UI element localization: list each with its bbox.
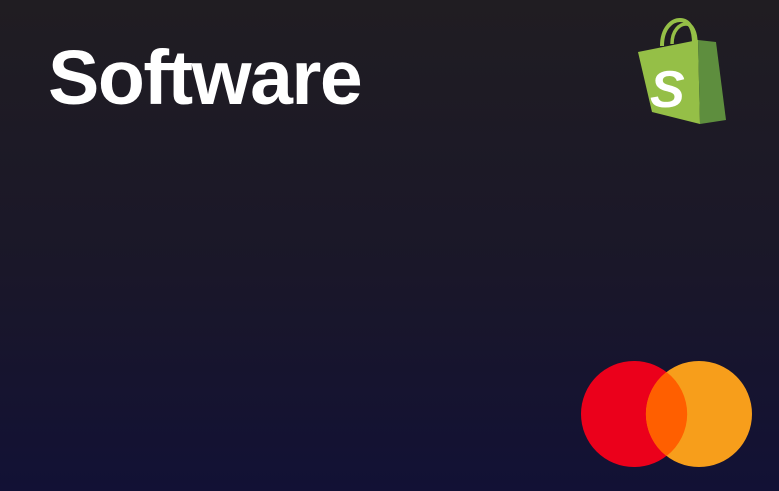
mastercard-icon bbox=[581, 361, 752, 467]
shopify-bag-icon: S bbox=[638, 17, 726, 124]
shopify-letter: S bbox=[650, 61, 685, 119]
card-logos: S bbox=[581, 17, 752, 467]
